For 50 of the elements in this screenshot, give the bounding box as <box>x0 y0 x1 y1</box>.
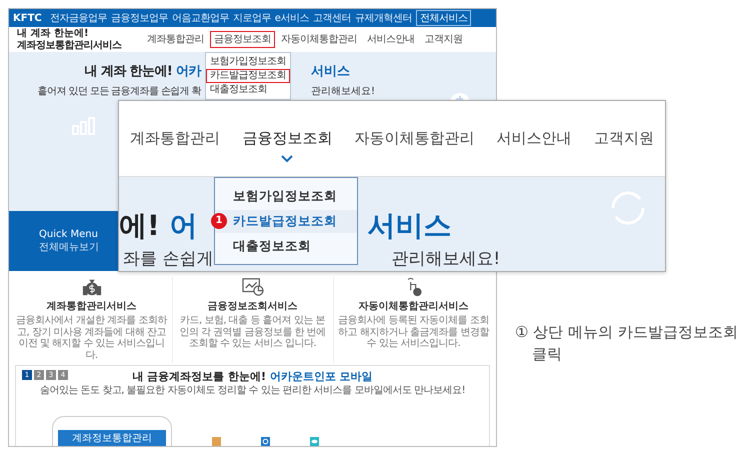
nav-item[interactable]: 서비스안내 <box>496 129 572 148</box>
app-icon <box>212 437 221 446</box>
menu-item[interactable]: 대출정보조회 <box>215 234 357 258</box>
service-description: 카드, 보험, 대출 등 흩어져 있는 본인의 각 권역별 금융정보를 한 번에 조회할 수 있는 서비스 입니다. <box>178 315 327 350</box>
step-caption: ① 상단 메뉴의 카드발급정보조회 클릭 <box>515 322 739 365</box>
step-badge: 1 <box>211 212 227 228</box>
money-bag-icon <box>82 277 102 297</box>
nav-item[interactable]: 계좌통합관리 <box>143 30 208 48</box>
phone-app-bar: 계좌정보통합관리 <box>58 430 166 446</box>
menu-item[interactable]: 보험가입정보조회 <box>215 184 357 208</box>
hero-subtitle: 관리해보세요! <box>391 248 500 270</box>
hero-title: 내 계좌 한눈에! 어카 <box>84 63 201 80</box>
all-services-button[interactable]: 전체서비스 <box>416 10 472 26</box>
promo-title: 내 금융계좌정보를 한눈에! 어카운트인포 모바일 <box>132 369 373 384</box>
logo[interactable]: KFTC <box>13 12 42 24</box>
top-link[interactable]: 어음교환업무 <box>172 11 229 25</box>
top-link[interactable]: 지로업무 <box>232 11 271 25</box>
hero-title: 서비스 <box>368 208 452 244</box>
promo-subtitle: 숨어있는 돈도 찾고, 불필요한 자동이체도 정리할 수 있는 편리한 서비스를 모바일에서도 만나보세요! <box>40 385 466 396</box>
top-link[interactable]: 고객센터 <box>312 11 351 25</box>
nav-item[interactable]: 계좌통합관리 <box>130 129 220 148</box>
hero-title: 서비스 <box>311 63 350 80</box>
top-link[interactable]: e서비스 <box>274 11 309 25</box>
service-description: 금융회사에 등록된 자동이체를 조회하고 해지하거나 출금계좌를 변경할 수 있는 서비스입니다. <box>337 315 490 350</box>
top-link[interactable]: 규제개혁센터 <box>354 11 412 25</box>
chevron-down-icon <box>281 155 294 163</box>
site-tagline: 내 계좌 한눈에! <box>17 28 90 40</box>
menu-item[interactable]: 카드발급정보조회 <box>206 69 290 83</box>
service-title: 계좌통합관리서비스 <box>46 300 136 313</box>
hero-subtitle: 좌를 손쉽게 <box>123 248 214 270</box>
hero-subtitle: 관리해보세요! <box>311 85 376 98</box>
hero-title: 에! 어 <box>119 208 198 244</box>
site-name[interactable]: 계좌정보통합관리서비스 <box>17 40 135 51</box>
top-link[interactable]: 전자금융업무 <box>50 11 107 25</box>
nav-item[interactable]: 고객지원 <box>420 30 466 48</box>
nav-item[interactable]: 서비스안내 <box>363 30 418 48</box>
chart-monitor-icon <box>242 277 264 297</box>
service-description: 금융회사에서 개설한 계좌를 조회하고, 장기 미사용 계좌들에 대해 잔고이전 및 해지할 수 있는 서비스입니다. <box>15 315 168 361</box>
nav-item[interactable]: 자동이체통합관리 <box>354 129 474 148</box>
nav-item[interactable]: 금융정보조회 <box>242 129 332 148</box>
quick-menu-button[interactable]: Quick Menu 전체메뉴보기 <box>9 211 119 271</box>
service-title: 자동이체통합관리서비스 <box>358 300 468 313</box>
nav-item[interactable]: 고객지원 <box>594 129 654 148</box>
service-title: 금융정보조회서비스 <box>208 300 298 313</box>
nav-item[interactable]: 자동이체통합관리 <box>277 30 361 48</box>
top-link[interactable]: 금융정보업무 <box>110 11 168 25</box>
menu-item[interactable]: 대출정보조회 <box>206 83 290 97</box>
nav-item[interactable]: 금융정보조회 <box>210 30 275 48</box>
hero-subtitle: 흩어져 있던 모든 금융계좌를 손쉽게 확 <box>36 85 201 98</box>
menu-item[interactable]: 보험가입정보조회 <box>206 55 290 69</box>
